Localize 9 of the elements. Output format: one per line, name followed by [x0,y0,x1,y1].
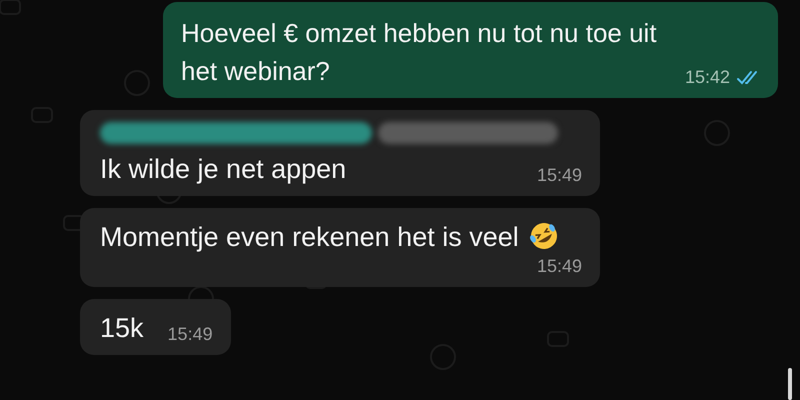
message-time: 15:49 [536,165,582,186]
message-text: 15k [100,312,144,345]
message-time: 15:49 [168,324,213,345]
message-time: 15:49 [536,256,582,277]
scrollbar [788,368,792,400]
message-time: 15:42 [684,67,730,88]
message-text: Hoeveel € omzet hebben nu tot nu toe uit het webinar? [181,17,658,88]
message-text: Ik wilde je net appen [100,153,346,186]
message-text: Momentje even rekenen het is veel [100,218,559,256]
